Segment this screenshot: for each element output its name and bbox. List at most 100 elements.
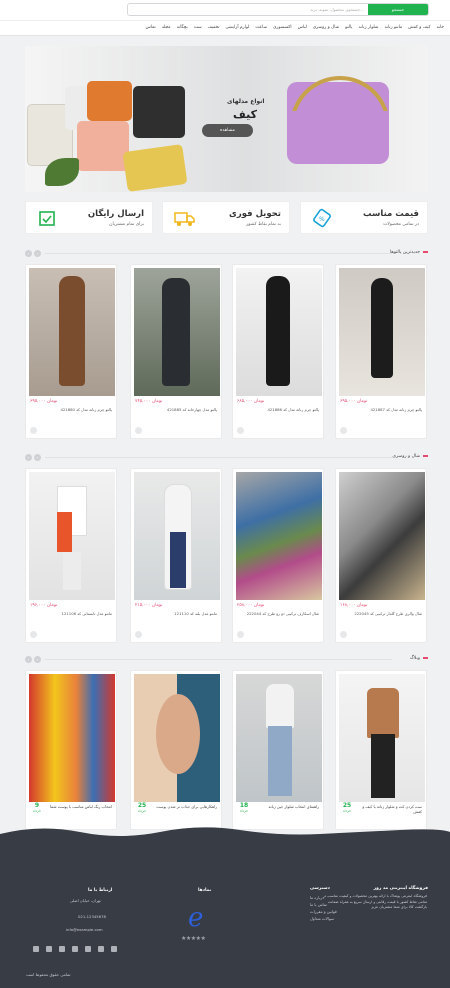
blog-card[interactable]: 25 خرداد راهکارهایی برای جذاب تر شدن پوست bbox=[130, 670, 222, 830]
linkedin-icon[interactable] bbox=[98, 946, 104, 952]
prev-arrow-icon[interactable]: ‹ bbox=[25, 250, 32, 257]
product-name[interactable]: پالتو چرم زنانه مدل کد 421886 bbox=[237, 407, 319, 412]
blog-title[interactable]: ست کردن کت و شلوار زنانه با کیف و کفش bbox=[358, 804, 422, 814]
email-icon[interactable] bbox=[33, 946, 39, 952]
feature-subtitle: برای تمام مشتریان bbox=[109, 222, 144, 227]
product-image bbox=[134, 472, 220, 600]
blog-date: 25 خرداد bbox=[137, 802, 147, 813]
blog-title[interactable]: انتخاب رنگ لباس مناسب با پوست شما bbox=[48, 804, 112, 809]
blog-card[interactable]: 25 خرداد ست کردن کت و شلوار زنانه با کیف … bbox=[335, 670, 427, 830]
add-to-cart-icon[interactable] bbox=[340, 631, 347, 638]
feature-title: قیمت مناسب bbox=[363, 209, 419, 219]
footer-email: info@example.com bbox=[66, 927, 103, 932]
nav-item[interactable]: لباس bbox=[298, 25, 307, 30]
add-to-cart-icon[interactable] bbox=[30, 631, 37, 638]
product-card[interactable]: ۲۱۵,۰۰۰ تومان مانتو مدل بلند کد 121110 bbox=[130, 468, 222, 643]
product-image bbox=[134, 268, 220, 396]
product-price: ۶۹۵,۰۰۰ تومان bbox=[340, 399, 368, 404]
search-button[interactable]: جستجو bbox=[368, 4, 428, 15]
whatsapp-icon[interactable] bbox=[111, 946, 117, 952]
banner-line1: انواع مدلهای bbox=[227, 98, 265, 105]
prev-arrow-icon[interactable]: ‹ bbox=[25, 454, 32, 461]
nav-item[interactable]: ساعت bbox=[255, 25, 267, 30]
blog-image bbox=[29, 674, 115, 802]
product-name[interactable]: مانتو مدل بلند کد 121110 bbox=[135, 611, 217, 616]
blog-image bbox=[339, 674, 425, 802]
copyright: تمامی حقوق محفوظ است bbox=[26, 972, 71, 977]
prev-arrow-icon[interactable]: ‹ bbox=[25, 656, 32, 663]
footer-contact-title: ارتباط با ما bbox=[88, 888, 113, 893]
box-icon bbox=[39, 211, 55, 226]
blog-title[interactable]: راهکارهایی برای جذاب تر شدن پوست bbox=[153, 804, 217, 809]
add-to-cart-icon[interactable] bbox=[237, 427, 244, 434]
blog-date: 18 خرداد bbox=[239, 802, 249, 813]
blog-title[interactable]: راهنمای انتخاب شلوار جین زنانه bbox=[255, 804, 319, 809]
nav-item[interactable]: کیف و کفش bbox=[408, 25, 430, 30]
telegram-icon[interactable] bbox=[46, 946, 52, 952]
nav-item[interactable]: بچگانه bbox=[177, 25, 188, 30]
product-name[interactable]: پالتو مدل چهارخانه کد 421885 bbox=[135, 407, 217, 412]
product-name[interactable]: شال والری طرح گلدار ترکیبی کد 222045 bbox=[340, 611, 422, 616]
product-name[interactable]: مانتو مدل تابستانی کد 121106 bbox=[30, 611, 112, 616]
facebook-icon[interactable] bbox=[85, 946, 91, 952]
product-image bbox=[339, 472, 425, 600]
top-bar: ◐ ☺ جستجو bbox=[0, 0, 450, 35]
product-name[interactable]: پالتو چرم زنانه مدل کد 421880 bbox=[30, 407, 112, 412]
blog-card[interactable]: 18 خرداد راهنمای انتخاب شلوار جین زنانه bbox=[232, 670, 324, 830]
nav-item[interactable]: اکسسوری bbox=[273, 25, 292, 30]
blog-date: 25 خرداد bbox=[342, 802, 352, 813]
add-to-cart-icon[interactable] bbox=[135, 631, 142, 638]
product-image bbox=[236, 472, 322, 600]
nav-item[interactable]: ست bbox=[194, 25, 202, 30]
add-to-cart-icon[interactable] bbox=[237, 631, 244, 638]
carousel-arrows: ‹ › bbox=[25, 454, 41, 461]
product-card[interactable]: ۱۶۸,۰۰۰ تومان شال والری طرح گلدار ترکیبی… bbox=[335, 468, 427, 643]
section-title: وبلاگ bbox=[410, 656, 428, 661]
product-card[interactable]: ۷۴۵,۰۰۰ تومان پالتو مدل چهارخانه کد 4218… bbox=[130, 264, 222, 439]
rating-stars: ★★★★★ bbox=[181, 935, 206, 942]
footer-link[interactable]: قوانین و مقررات bbox=[310, 909, 337, 914]
product-card[interactable]: ۶۹۵,۰۰۰ تومان پالتو چرم زنانه مدل کد 421… bbox=[25, 264, 117, 439]
price-tag-icon: % bbox=[313, 208, 331, 228]
product-name[interactable]: پالتو چرم زنانه مدل کد 421887 bbox=[340, 407, 422, 412]
nav-item[interactable]: تماس bbox=[146, 25, 156, 30]
main-nav: خانه کیف و کفش مانتو زنانه شلوار زنانه پ… bbox=[0, 20, 450, 36]
product-price: ۷۴۵,۰۰۰ تومان bbox=[135, 399, 163, 404]
product-card[interactable]: ۶۹۵,۰۰۰ تومان پالتو چرم زنانه مدل کد 421… bbox=[335, 264, 427, 439]
footer-link[interactable]: درباره ما bbox=[310, 895, 324, 900]
product-card[interactable]: ۱۹۶,۰۰۰ تومان مانتو مدل تابستانی کد 1211… bbox=[25, 468, 117, 643]
next-arrow-icon[interactable]: › bbox=[34, 454, 41, 461]
carousel-arrows: ‹ › bbox=[25, 250, 41, 257]
nav-item[interactable]: تخفیف bbox=[208, 25, 220, 30]
section-title: شال و روسری bbox=[392, 454, 428, 459]
product-price: ۶۸۵,۰۰۰ تومان bbox=[237, 399, 265, 404]
nav-item[interactable]: مانتو زنانه bbox=[384, 25, 402, 30]
nav-item[interactable]: شلوار زنانه bbox=[358, 25, 378, 30]
product-card[interactable]: ۶۸۵,۰۰۰ تومان پالتو چرم زنانه مدل کد 421… bbox=[232, 264, 324, 439]
nav-item[interactable]: شال و روسری bbox=[313, 25, 339, 30]
footer-link[interactable]: تماس با ما bbox=[310, 902, 327, 907]
nav-item[interactable]: پالتو bbox=[345, 25, 352, 30]
add-to-cart-icon[interactable] bbox=[340, 427, 347, 434]
nav-item[interactable]: لوازم آرایشی bbox=[225, 25, 249, 30]
nav-item[interactable]: مجله bbox=[162, 25, 171, 30]
add-to-cart-icon[interactable] bbox=[30, 427, 37, 434]
blog-card[interactable]: 9 خرداد انتخاب رنگ لباس مناسب با پوست شما bbox=[25, 670, 117, 830]
svg-text:%: % bbox=[319, 216, 325, 223]
product-card[interactable]: ۲۵۸,۰۰۰ تومان شال اسکارف ترکیبی دو رو طر… bbox=[232, 468, 324, 643]
banner-more-button[interactable]: مشاهده bbox=[202, 124, 253, 137]
footer-link[interactable]: سوالات متداول bbox=[310, 916, 334, 921]
footer-phone: 021-12345678 bbox=[78, 914, 106, 919]
next-arrow-icon[interactable]: › bbox=[34, 656, 41, 663]
instagram-icon[interactable] bbox=[59, 946, 65, 952]
truck-icon bbox=[174, 212, 195, 226]
next-arrow-icon[interactable]: › bbox=[34, 250, 41, 257]
add-to-cart-icon[interactable] bbox=[135, 427, 142, 434]
bag-image bbox=[133, 86, 185, 138]
search-input[interactable] bbox=[194, 5, 364, 14]
twitter-icon[interactable] bbox=[72, 946, 78, 952]
product-image bbox=[339, 268, 425, 396]
hero-banner[interactable]: انواع مدلهای کیف مشاهده bbox=[25, 46, 428, 192]
nav-item[interactable]: خانه bbox=[437, 25, 444, 30]
product-name[interactable]: شال اسکارف ترکیبی دو رو طرح کد 222044 bbox=[237, 611, 319, 616]
